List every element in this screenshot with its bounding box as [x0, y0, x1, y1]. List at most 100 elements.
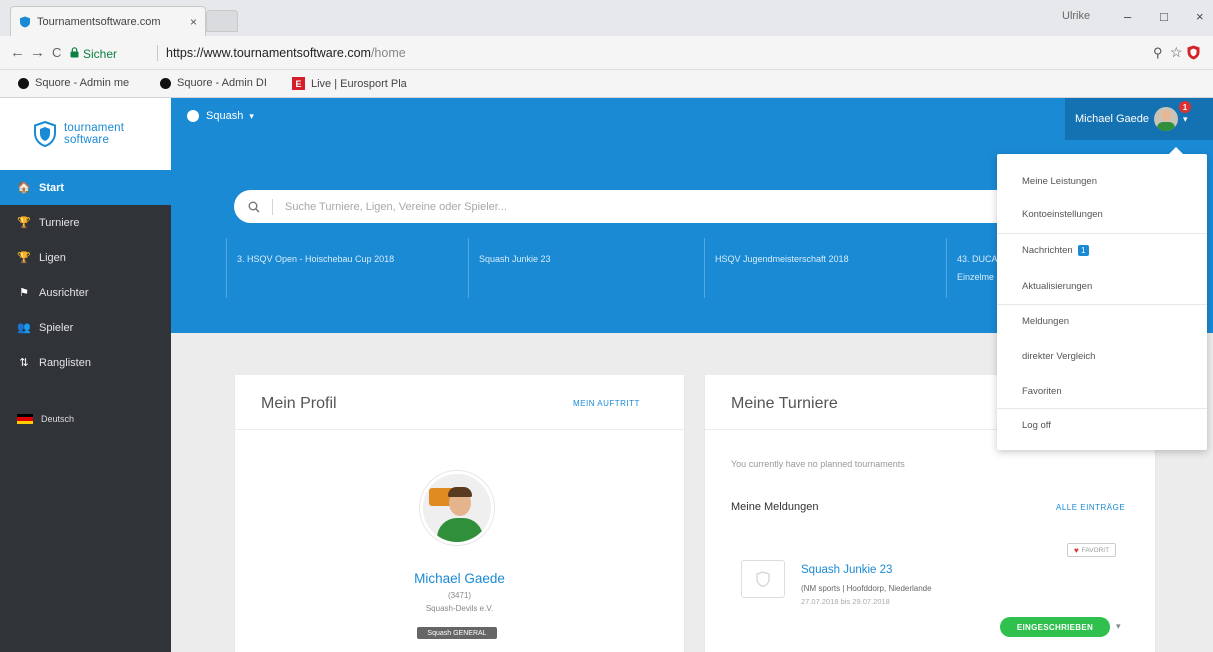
- browser-tab[interactable]: Tournamentsoftware.com ×: [10, 6, 206, 36]
- menu-item-label: Meine Leistungen: [1022, 176, 1097, 187]
- my-appearance-link[interactable]: MEIN AUFTRITT: [573, 399, 640, 408]
- menu-item-kontoeinstellungen[interactable]: Kontoeinstellungen: [1022, 209, 1103, 220]
- user-menu-button[interactable]: Michael Gaede 1 ▾: [1065, 98, 1213, 140]
- logo[interactable]: tournament software: [0, 98, 171, 170]
- extension-shield-icon[interactable]: [1187, 45, 1200, 60]
- url-host: https://www.tournamentsoftware.com: [166, 46, 371, 60]
- featured-item[interactable]: Squash Junkie 23: [468, 238, 702, 298]
- entries-title: Meine Meldungen: [731, 501, 819, 513]
- bookmark-label: Squore - Admin me: [35, 77, 130, 89]
- favorite-button[interactable]: ♥ FAVORIT: [1067, 543, 1117, 557]
- menu-item-direkter-vergleich[interactable]: direkter Vergleich: [1022, 351, 1095, 362]
- secure-label: Sicher: [83, 47, 118, 61]
- back-icon[interactable]: ←: [10, 44, 25, 61]
- menu-item-nachrichten[interactable]: Nachrichten 1: [1022, 245, 1089, 256]
- card-divider: [235, 429, 684, 430]
- enrolled-button[interactable]: EINGESCHRIEBEN: [1000, 617, 1110, 637]
- sidebar-item-spieler[interactable]: 👥 Spieler: [0, 310, 171, 345]
- url-field[interactable]: https://www.tournamentsoftware.com/home: [166, 46, 406, 60]
- ranking-icon: ⇅: [19, 357, 29, 369]
- menu-item-log-off[interactable]: Log off: [1022, 420, 1051, 431]
- menu-item-meldungen[interactable]: Meldungen: [1022, 316, 1069, 327]
- search-input[interactable]: [285, 200, 885, 213]
- sidebar-item-turniere[interactable]: 🏆 Turniere: [0, 205, 171, 240]
- sidebar: tournament software 🏠 Start 🏆 Turniere 🏆…: [0, 98, 171, 652]
- menu-item-label: Favoriten: [1022, 386, 1062, 397]
- tab-close-icon[interactable]: ×: [190, 15, 197, 29]
- menu-item-meine-leistungen[interactable]: Meine Leistungen: [1022, 176, 1097, 187]
- url-separator: [157, 45, 158, 61]
- close-window-icon[interactable]: ×: [1196, 9, 1204, 24]
- sidebar-item-label: Spieler: [39, 321, 74, 334]
- profile-avatar[interactable]: [420, 471, 494, 545]
- menu-item-label: Aktualisierungen: [1022, 281, 1093, 292]
- heart-icon: ♥: [1074, 545, 1079, 555]
- squore-icon: [160, 77, 171, 89]
- players-icon: 👥: [17, 322, 31, 334]
- profile-badge: Squash GENERAL: [417, 627, 497, 639]
- minimize-icon[interactable]: –: [1124, 9, 1131, 24]
- menu-item-label: Nachrichten: [1022, 245, 1073, 256]
- forward-icon[interactable]: →: [30, 44, 45, 61]
- sidebar-item-ausrichter[interactable]: ⚑ Ausrichter: [0, 275, 171, 310]
- maximize-icon[interactable]: □: [1160, 9, 1168, 24]
- language-label: Deutsch: [41, 414, 75, 424]
- menu-item-aktualisierungen[interactable]: Aktualisierungen: [1022, 281, 1092, 292]
- sport-selector[interactable]: Squash ▾: [187, 110, 254, 122]
- tournament-location: (NM sports | Hoofddorp, Niederlande: [801, 584, 932, 593]
- bookmark-label: Live | Eurosport Pla: [311, 77, 407, 90]
- menu-divider: [997, 233, 1207, 234]
- new-tab-button[interactable]: [206, 10, 238, 32]
- flag-icon: ⚑: [19, 287, 29, 299]
- bookmark-star-icon[interactable]: ☆: [1170, 44, 1183, 61]
- menu-item-label: direkter Vergleich: [1022, 351, 1096, 362]
- menu-divider: [997, 304, 1207, 305]
- sidebar-item-start[interactable]: 🏠 Start: [0, 170, 171, 205]
- profile-card: Mein Profil MEIN AUFTRITT Michael Gaede …: [235, 375, 684, 652]
- bookmark-label: Squore - Admin DI: [177, 77, 267, 89]
- featured-item[interactable]: HSQV Jugendmeisterschaft 2018: [704, 238, 944, 298]
- logo-text: tournament software: [64, 122, 124, 146]
- sidebar-item-ligen[interactable]: 🏆 Ligen: [0, 240, 171, 275]
- user-name: Michael Gaede: [1075, 113, 1149, 125]
- sidebar-item-ranglisten[interactable]: ⇅ Ranglisten: [0, 345, 171, 380]
- sidebar-item-label: Ausrichter: [39, 286, 89, 299]
- notification-badge: 1: [1179, 101, 1191, 113]
- user-dropdown-menu: Meine Leistungen Kontoeinstellungen Nach…: [997, 147, 1207, 450]
- sidebar-item-label: Turniere: [39, 216, 80, 229]
- reload-icon[interactable]: C: [52, 45, 61, 60]
- menu-divider: [997, 408, 1207, 409]
- profile-name[interactable]: Michael Gaede: [235, 571, 684, 586]
- language-selector[interactable]: Deutsch: [17, 414, 74, 424]
- search-separator: [272, 198, 273, 215]
- zoom-icon[interactable]: ⚲: [1153, 45, 1163, 61]
- sidebar-nav: 🏠 Start 🏆 Turniere 🏆 Ligen ⚑ Ausrichter …: [0, 170, 171, 380]
- address-bar: ← → C Sicher https://www.tournamentsoftw…: [0, 36, 1213, 70]
- bookmarks-bar: Squore - Admin me Squore - Admin DI E Li…: [0, 70, 1213, 98]
- bookmark-eurosport[interactable]: E Live | Eurosport Pla: [292, 77, 407, 90]
- menu-item-label: Log off: [1022, 420, 1051, 431]
- menu-item-label: Meldungen: [1022, 316, 1070, 327]
- messages-count-badge: 1: [1077, 245, 1089, 256]
- browser-tab-bar: Tournamentsoftware.com × Ulrike – □ ×: [0, 0, 1213, 36]
- tournament-logo[interactable]: [741, 560, 785, 598]
- bookmark-squore-admin-di[interactable]: Squore - Admin DI: [160, 77, 267, 89]
- profile-card-title: Mein Profil: [261, 395, 337, 412]
- menu-item-favoriten[interactable]: Favoriten: [1022, 386, 1062, 397]
- squore-icon: [18, 77, 29, 89]
- featured-item[interactable]: 3. HSQV Open - Hoischebau Cup 2018: [226, 238, 466, 298]
- chevron-down-icon[interactable]: ▾: [1116, 621, 1121, 632]
- sport-label: Squash: [206, 110, 244, 122]
- bookmark-squore-admin-me[interactable]: Squore - Admin me: [18, 77, 129, 89]
- window-user-label: Ulrike: [1062, 10, 1091, 22]
- all-entries-link[interactable]: ALLE EINTRÄGE: [1056, 503, 1125, 512]
- url-path: /home: [370, 46, 406, 60]
- profile-id: (3471): [447, 591, 472, 600]
- sidebar-item-label: Start: [39, 181, 65, 194]
- trophy-icon: 🏆: [17, 217, 31, 229]
- tournament-name[interactable]: Squash Junkie 23: [801, 564, 892, 576]
- tournament-shield-icon: [756, 571, 770, 587]
- eurosport-icon: E: [292, 77, 305, 90]
- squash-ball-icon: [187, 110, 199, 122]
- logo-line2: software: [64, 134, 110, 146]
